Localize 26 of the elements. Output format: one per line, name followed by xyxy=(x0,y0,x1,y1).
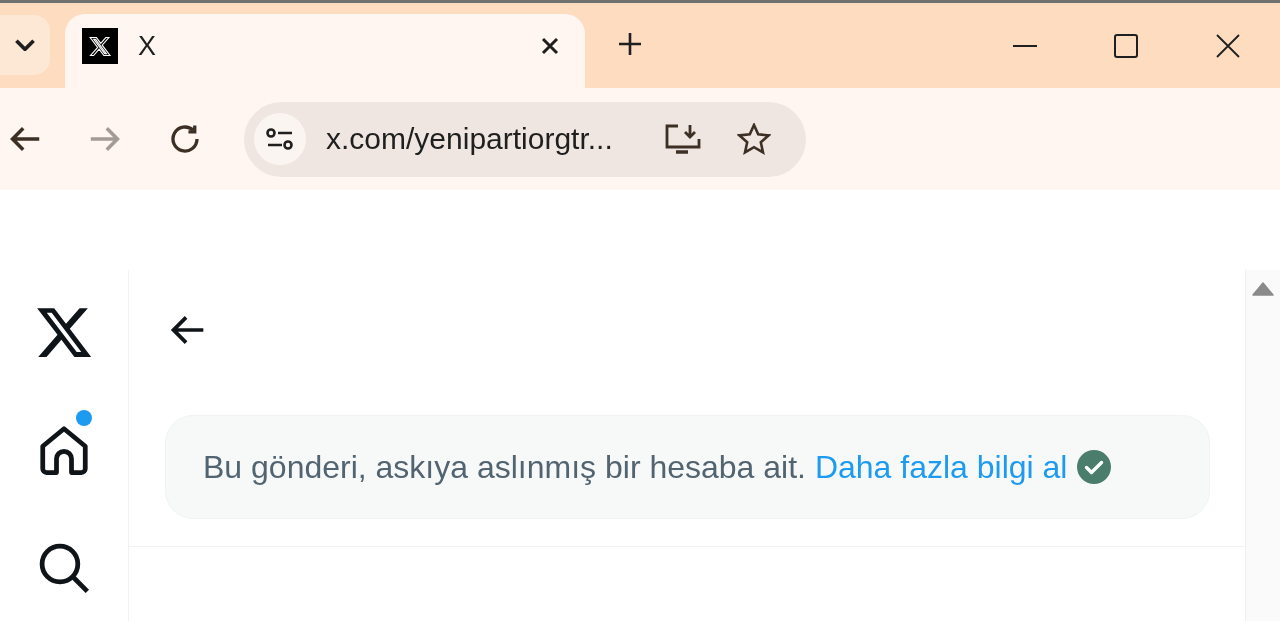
plus-icon xyxy=(618,32,642,56)
chevron-down-icon xyxy=(15,39,35,51)
site-info-button[interactable] xyxy=(254,113,306,165)
maximize-icon xyxy=(1113,33,1138,58)
x-favicon-icon xyxy=(82,28,118,64)
back-arrow-icon xyxy=(170,316,204,344)
star-icon xyxy=(737,123,771,155)
tune-icon xyxy=(266,127,294,151)
search-icon xyxy=(39,543,89,593)
browser-tab[interactable]: X xyxy=(65,14,585,88)
forward-arrow-icon xyxy=(89,126,121,152)
scroll-up-arrow-icon xyxy=(1252,282,1274,296)
minimize-icon xyxy=(1012,44,1037,47)
monitor-download-icon xyxy=(664,123,702,155)
scrollbar-track[interactable] xyxy=(1245,270,1280,621)
home-icon xyxy=(38,425,90,475)
close-icon xyxy=(541,37,559,55)
reload-icon xyxy=(170,124,200,154)
check-circle-icon xyxy=(1077,450,1112,484)
close-icon xyxy=(1216,33,1240,58)
address-bar[interactable]: x.com/yenipartiorgtr... xyxy=(244,101,806,177)
suspended-account-notice: Bu gönderi, askıya aslınmış bir hesaba ait. Daha fazla bilgi al xyxy=(203,448,1068,486)
url-text: x.com/yenipartiorgtr... xyxy=(326,122,613,156)
back-arrow-icon xyxy=(9,126,41,152)
x-logo-icon xyxy=(37,308,91,357)
tab-search-button[interactable] xyxy=(0,15,50,75)
